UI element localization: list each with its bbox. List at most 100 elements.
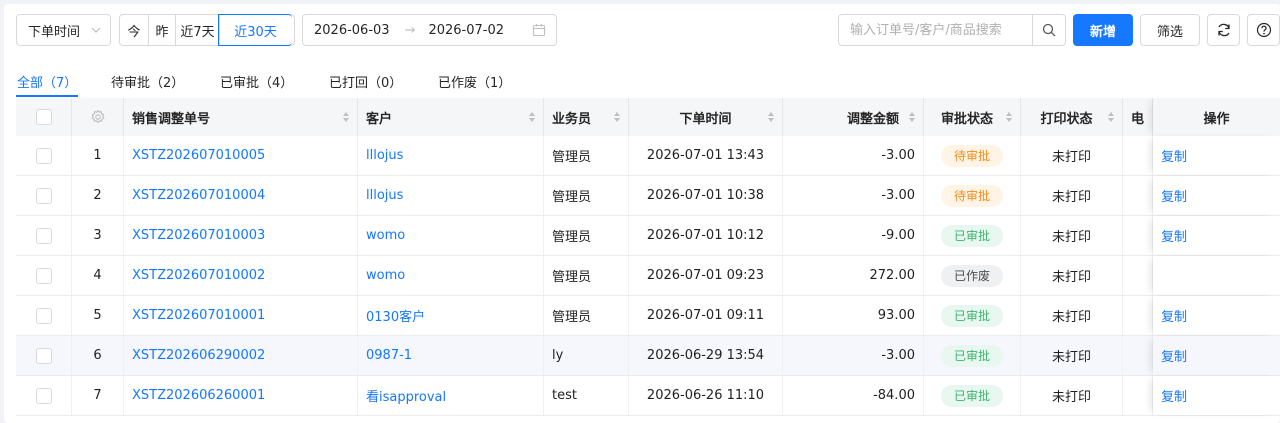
- col-order-no[interactable]: 销售调整单号: [124, 98, 358, 136]
- row-truncated-cell: [1123, 216, 1153, 255]
- row-action-cell: 复制: [1153, 176, 1280, 215]
- row-checkbox[interactable]: [35, 147, 52, 164]
- table-row[interactable]: 6 XSTZ202606290002 0987-1 ly 2026-06-29 13:5…: [16, 336, 1280, 376]
- search-button[interactable]: [1032, 15, 1065, 45]
- select-all-checkbox[interactable]: [35, 109, 52, 125]
- col-print[interactable]: 打印状态: [1021, 98, 1123, 136]
- customer-link[interactable]: womo: [366, 228, 405, 243]
- row-order-time: 2026-07-01 13:43: [629, 136, 783, 175]
- table-row[interactable]: 1 XSTZ202607010005 lllojus 管理员 2026-07-01 13…: [16, 136, 1280, 176]
- status-tabs: 全部（7） 待审批（2） 已审批（4） 已打回（0） 已作废（1）: [4, 60, 1280, 98]
- sort-icon[interactable]: [528, 111, 536, 123]
- col-customer[interactable]: 客户: [358, 98, 544, 136]
- row-truncated-cell: [1123, 336, 1153, 375]
- date-range-picker[interactable]: 2026-06-03 → 2026-07-02: [302, 14, 557, 46]
- table-row[interactable]: 5 XSTZ202607010001 0130客户 管理员 2026-07-01 09:…: [16, 296, 1280, 336]
- order-no-link[interactable]: XSTZ202606260001: [132, 388, 265, 403]
- order-no-link[interactable]: XSTZ202607010002: [132, 268, 265, 283]
- row-amount: -3.00: [783, 336, 924, 375]
- order-no-link[interactable]: XSTZ202607010005: [132, 148, 265, 163]
- customer-link[interactable]: 0130客户: [366, 306, 425, 325]
- table-row[interactable]: 2 XSTZ202607010004 lllojus 管理员 2026-07-01 10…: [16, 176, 1280, 216]
- col-truncated: 电: [1123, 98, 1153, 136]
- order-no-link[interactable]: XSTZ202607010001: [132, 308, 265, 323]
- sort-icon[interactable]: [342, 111, 350, 123]
- tab-all[interactable]: 全部（7）: [17, 72, 77, 91]
- table-row[interactable]: 3 XSTZ202607010003 womo 管理员 2026-07-01 10:12…: [16, 216, 1280, 256]
- filter-button[interactable]: 筛选: [1140, 14, 1200, 46]
- row-checkbox[interactable]: [35, 387, 52, 404]
- table-row[interactable]: 7 XSTZ202606260001 看isapproval test 2026-06-…: [16, 376, 1280, 416]
- range-start-date[interactable]: 2026-06-03: [314, 23, 390, 38]
- customer-link[interactable]: lllojus: [366, 148, 403, 163]
- copy-link[interactable]: 复制: [1161, 226, 1187, 245]
- copy-link[interactable]: 复制: [1161, 346, 1187, 365]
- sort-icon[interactable]: [613, 111, 621, 123]
- row-salesperson: 管理员: [544, 256, 629, 295]
- tab-approved[interactable]: 已审批（4）: [220, 72, 293, 91]
- order-no-link[interactable]: XSTZ202607010003: [132, 228, 265, 243]
- time-type-select[interactable]: 下单时间: [16, 14, 111, 46]
- copy-link[interactable]: 复制: [1161, 146, 1187, 165]
- sort-icon[interactable]: [1005, 111, 1013, 123]
- order-no-link[interactable]: XSTZ202606290002: [132, 348, 265, 363]
- col-salesperson[interactable]: 业务员: [544, 98, 629, 136]
- customer-link[interactable]: womo: [366, 268, 405, 283]
- customer-link[interactable]: lllojus: [366, 188, 403, 203]
- customer-link[interactable]: 看isapproval: [366, 386, 446, 405]
- row-approval-cell: 已审批: [924, 336, 1021, 375]
- row-checkbox[interactable]: [35, 267, 52, 284]
- row-amount: -3.00: [783, 136, 924, 175]
- row-action-cell: [1153, 256, 1280, 295]
- row-check-cell: [16, 296, 72, 335]
- range-end-date[interactable]: 2026-07-02: [428, 23, 504, 38]
- row-check-cell: [16, 216, 72, 255]
- quick-range-30days[interactable]: 近30天: [218, 14, 292, 46]
- row-customer-cell: womo: [358, 256, 544, 295]
- sort-icon[interactable]: [1107, 111, 1115, 123]
- column-settings-cell: [72, 98, 124, 136]
- row-index: 2: [72, 176, 124, 215]
- add-button[interactable]: 新增: [1073, 14, 1133, 46]
- quick-range-7days[interactable]: 近7天: [176, 15, 220, 45]
- row-print-status: 未打印: [1021, 296, 1123, 335]
- refresh-button[interactable]: [1207, 14, 1240, 46]
- row-check-cell: [16, 336, 72, 375]
- row-print-status: 未打印: [1021, 216, 1123, 255]
- order-no-link[interactable]: XSTZ202607010004: [132, 188, 265, 203]
- sort-icon[interactable]: [767, 111, 775, 123]
- col-amount[interactable]: 调整金额: [783, 98, 924, 136]
- table-header: 销售调整单号 客户 业务员 下单时间 调整金额 审批状态 打印状态 电 操作: [16, 98, 1280, 136]
- main-panel: 下单时间 今 昨 近7天 近30天 2026-06-03 → 2026-07-0…: [4, 4, 1280, 423]
- row-checkbox[interactable]: [35, 307, 52, 324]
- tab-rejected[interactable]: 已打回（0）: [329, 72, 402, 91]
- col-approval[interactable]: 审批状态: [924, 98, 1021, 136]
- table-row[interactable]: 4 XSTZ202607010002 womo 管理员 2026-07-01 09:23…: [16, 256, 1280, 296]
- row-customer-cell: lllojus: [358, 176, 544, 215]
- row-checkbox[interactable]: [35, 227, 52, 244]
- help-button[interactable]: [1247, 14, 1280, 46]
- col-order-time[interactable]: 下单时间: [629, 98, 783, 136]
- range-arrow: →: [404, 22, 416, 38]
- search-input[interactable]: [839, 15, 1032, 45]
- copy-link[interactable]: 复制: [1161, 306, 1187, 325]
- customer-link[interactable]: 0987-1: [366, 348, 412, 363]
- row-checkbox[interactable]: [35, 347, 52, 364]
- quick-range-yesterday[interactable]: 昨: [149, 15, 176, 45]
- col-amount-label: 调整金额: [846, 111, 899, 127]
- row-checkbox[interactable]: [35, 187, 52, 204]
- approval-status-badge: 待审批: [941, 184, 1003, 207]
- tab-voided[interactable]: 已作废（1）: [438, 72, 511, 91]
- row-print-status: 未打印: [1021, 136, 1123, 175]
- row-order-no-cell: XSTZ202607010005: [124, 136, 358, 175]
- copy-link[interactable]: 复制: [1161, 186, 1187, 205]
- row-order-time: 2026-07-01 10:38: [629, 176, 783, 215]
- sort-icon[interactable]: [908, 111, 916, 123]
- row-action-cell: 复制: [1153, 136, 1280, 175]
- settings-gear-icon[interactable]: [90, 109, 106, 125]
- tab-pending[interactable]: 待审批（2）: [111, 72, 184, 91]
- quick-range-today[interactable]: 今: [120, 15, 149, 45]
- row-order-time: 2026-07-01 09:23: [629, 256, 783, 295]
- row-index: 5: [72, 296, 124, 335]
- copy-link[interactable]: 复制: [1161, 386, 1187, 405]
